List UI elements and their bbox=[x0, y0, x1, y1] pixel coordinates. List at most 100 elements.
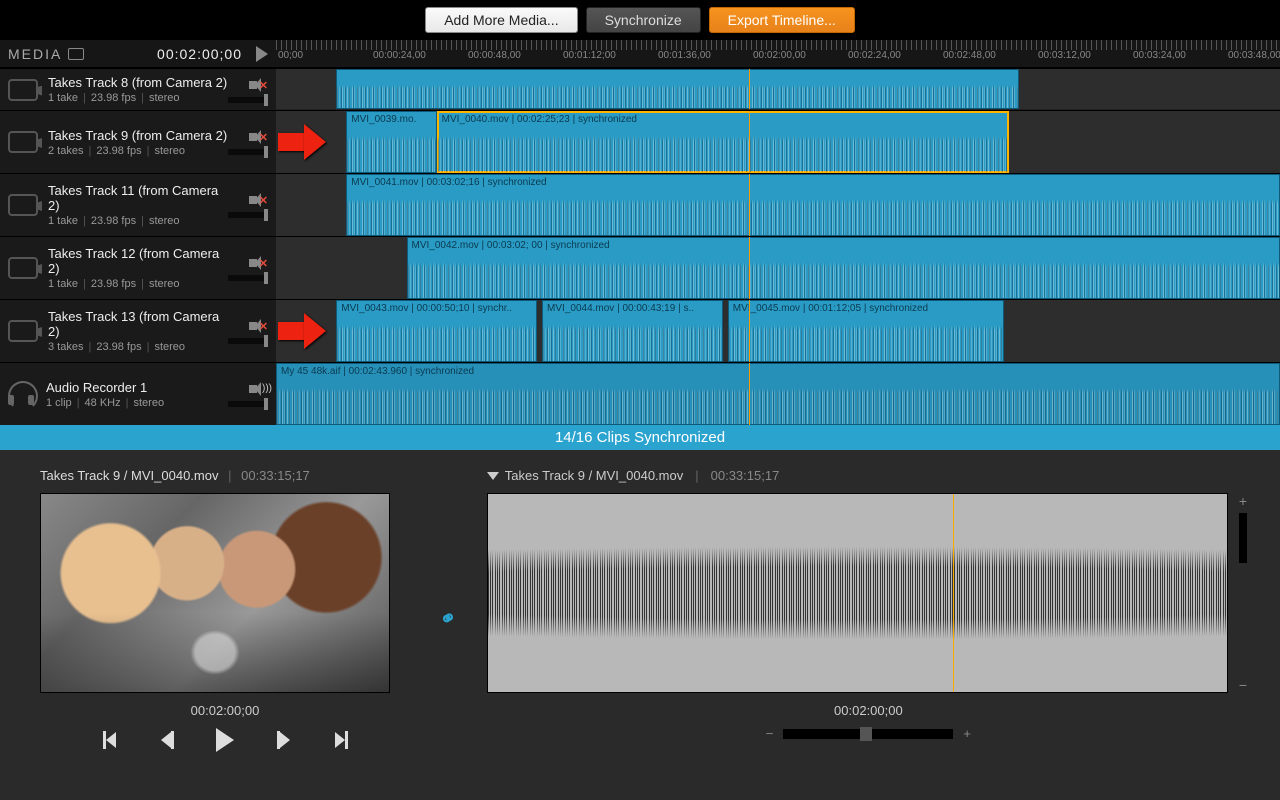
preview-timecode: 00:02:00;00 bbox=[40, 703, 410, 718]
ruler-tick-label: 00:02:24,00 bbox=[846, 50, 941, 61]
camera-icon bbox=[8, 320, 38, 342]
zoom-out-v-icon[interactable]: − bbox=[1239, 677, 1247, 693]
preview-track-name: Takes Track 9 / MVI_0040.mov bbox=[40, 468, 218, 483]
top-toolbar: Add More Media... Synchronize Export Tim… bbox=[0, 0, 1280, 40]
export-timeline-button[interactable]: Export Timeline... bbox=[709, 7, 855, 33]
horizontal-zoom[interactable]: − + bbox=[487, 726, 1250, 741]
track-lane[interactable]: MVI_0039.mo. MVI_0040.mov | 00:02:25;23 |… bbox=[276, 111, 1280, 173]
go-end-button[interactable] bbox=[329, 728, 353, 752]
clip-label: MVI_0042.mov | 00:03:02; 00 | synchroniz… bbox=[412, 240, 610, 251]
track-detail: 1 take|23.98 fps|stereo bbox=[48, 92, 228, 104]
track-lane[interactable]: MVI_0043.mov | 00:00:50;10 | synchr..MVI… bbox=[276, 300, 1280, 362]
header-timecode: 00:02:00;00 bbox=[157, 46, 242, 62]
clip[interactable]: My 45 48k.aif | 00:02:43.960 | synchroni… bbox=[276, 363, 1280, 425]
speaker-icon[interactable]: ))) bbox=[246, 381, 268, 397]
arrow-annotation bbox=[278, 313, 330, 349]
volume-slider[interactable] bbox=[228, 338, 268, 344]
step-back-button[interactable] bbox=[155, 728, 179, 752]
clip[interactable]: MVI_0042.mov | 00:03:02; 00 | synchroniz… bbox=[407, 237, 1280, 299]
synchronize-button[interactable]: Synchronize bbox=[586, 7, 701, 33]
track-detail: 1 take|23.98 fps|stereo bbox=[48, 215, 228, 227]
play-icon[interactable] bbox=[256, 46, 268, 62]
monitor-icon[interactable] bbox=[68, 48, 84, 60]
clip-label: MVI_0040.mov | 00:02:25;23 | synchronize… bbox=[442, 114, 637, 125]
clip-label: MVI_0045.mov | 00:01:12;05 | synchronize… bbox=[733, 303, 928, 314]
track-row: Takes Track 9 (from Camera 2)2 takes|23.… bbox=[0, 110, 1280, 173]
clip[interactable]: MVI_0040.mov | 00:02:25;23 | synchronize… bbox=[437, 111, 1009, 173]
track-name: Takes Track 11 (from Camera 2) bbox=[48, 183, 228, 213]
clip-label: My 45 48k.aif | 00:02:43.960 | synchroni… bbox=[281, 366, 474, 377]
waveform-playhead[interactable] bbox=[953, 494, 954, 692]
media-header: MEDIA 00:02:00;00 00;0000:00:24,0000:00:… bbox=[0, 40, 1280, 68]
ruler-tick-label: 00:01:36,00 bbox=[656, 50, 751, 61]
camera-icon bbox=[8, 257, 38, 279]
volume-slider[interactable] bbox=[228, 275, 268, 281]
clip-label: MVI_0039.mo. bbox=[351, 114, 416, 125]
time-ruler[interactable]: 00;0000:00:24,0000:00:48,0000:01:12;0000… bbox=[276, 40, 1280, 67]
step-forward-button[interactable] bbox=[271, 728, 295, 752]
waveform-track-name: Takes Track 9 / MVI_0040.mov bbox=[505, 468, 683, 483]
track-lane[interactable]: My 45 48k.aif | 00:02:43.960 | synchroni… bbox=[276, 363, 1280, 425]
track-header[interactable]: Takes Track 11 (from Camera 2) 1 take|23.… bbox=[0, 174, 276, 236]
track-header[interactable]: Takes Track 8 (from Camera 2)1 take|23.9… bbox=[0, 69, 276, 110]
mute-icon[interactable]: ✕ bbox=[246, 318, 268, 334]
media-label: MEDIA bbox=[8, 46, 62, 62]
zoom-in-v-icon[interactable]: + bbox=[1239, 493, 1247, 509]
track-header[interactable]: Takes Track 9 (from Camera 2)2 takes|23.… bbox=[0, 111, 276, 173]
go-start-button[interactable] bbox=[97, 728, 121, 752]
ruler-tick-label: 00:00:24,00 bbox=[371, 50, 466, 61]
mute-icon[interactable]: ✕ bbox=[246, 192, 268, 208]
sync-status-bar: 14/16 Clips Synchronized bbox=[0, 425, 1280, 450]
track-header[interactable]: Takes Track 13 (from Camera 2)3 takes|23… bbox=[0, 300, 276, 362]
mute-icon[interactable]: ✕ bbox=[246, 255, 268, 271]
ruler-tick-label: 00:01:12;00 bbox=[561, 50, 656, 61]
waveform-label: Takes Track 9 / MVI_0040.mov | 00:33:15;… bbox=[487, 468, 1250, 483]
track-header[interactable]: Audio Recorder 11 clip|48 KHz|stereo))) bbox=[0, 363, 276, 425]
track-row: Audio Recorder 11 clip|48 KHz|stereo))) M… bbox=[0, 362, 1280, 425]
volume-slider[interactable] bbox=[228, 212, 268, 218]
ruler-tick-label: 00:03:48,00 bbox=[1226, 50, 1280, 61]
vertical-zoom[interactable]: + − bbox=[1236, 493, 1250, 693]
headphones-icon bbox=[8, 383, 36, 405]
ruler-tick-label: 00:00:48,00 bbox=[466, 50, 561, 61]
track-lane[interactable] bbox=[276, 69, 1280, 109]
waveform-view[interactable] bbox=[487, 493, 1228, 693]
play-button[interactable] bbox=[213, 728, 237, 752]
ruler-tick-label: 00:03:12,00 bbox=[1036, 50, 1131, 61]
waveform-timecode: 00:02:00;00 bbox=[487, 703, 1250, 718]
track-lane[interactable]: MVI_0042.mov | 00:03:02; 00 | synchroniz… bbox=[276, 237, 1280, 299]
preview-column: Takes Track 9 / MVI_0040.mov | 00:33:15;… bbox=[40, 468, 410, 768]
clip[interactable]: MVI_0039.mo. bbox=[346, 111, 436, 173]
track-row: Takes Track 12 (from Camera 2)1 take|23.… bbox=[0, 236, 1280, 299]
preview-label: Takes Track 9 / MVI_0040.mov | 00:33:15;… bbox=[40, 468, 410, 483]
ruler-tick-label: 00:02:48,00 bbox=[941, 50, 1036, 61]
mute-icon[interactable]: ✕ bbox=[246, 129, 268, 145]
mute-icon[interactable]: ✕ bbox=[246, 77, 268, 93]
zoom-out-h-icon[interactable]: − bbox=[766, 726, 774, 741]
track-name: Takes Track 9 (from Camera 2) bbox=[48, 128, 228, 143]
volume-slider[interactable] bbox=[228, 149, 268, 155]
volume-slider[interactable] bbox=[228, 401, 268, 407]
clip[interactable]: MVI_0043.mov | 00:00:50;10 | synchr.. bbox=[336, 300, 537, 362]
video-preview[interactable] bbox=[40, 493, 390, 693]
track-row: Takes Track 8 (from Camera 2)1 take|23.9… bbox=[0, 68, 1280, 110]
camera-icon bbox=[8, 131, 38, 153]
add-media-button[interactable]: Add More Media... bbox=[425, 7, 577, 33]
track-detail: 1 clip|48 KHz|stereo bbox=[46, 397, 228, 409]
zoom-in-h-icon[interactable]: + bbox=[963, 726, 971, 741]
clip[interactable] bbox=[336, 69, 1019, 109]
track-header[interactable]: Takes Track 12 (from Camera 2)1 take|23.… bbox=[0, 237, 276, 299]
ruler-tick-label: 00;00 bbox=[276, 50, 371, 61]
clip[interactable]: MVI_0045.mov | 00:01:12;05 | synchronize… bbox=[728, 300, 1004, 362]
volume-slider[interactable] bbox=[228, 97, 268, 103]
clip-label: MVI_0041.mov | 00:03:02;16 | synchronize… bbox=[351, 177, 546, 188]
track-lane[interactable]: MVI_0041.mov | 00:03:02;16 | synchronize… bbox=[276, 174, 1280, 236]
camera-icon bbox=[8, 194, 38, 216]
ruler-tick-label: 00:02:00,00 bbox=[751, 50, 846, 61]
zoom-slider[interactable] bbox=[783, 729, 953, 739]
clip[interactable]: MVI_0041.mov | 00:03:02;16 | synchronize… bbox=[346, 174, 1280, 236]
lower-panel: Takes Track 9 / MVI_0040.mov | 00:33:15;… bbox=[0, 450, 1280, 768]
link-icon[interactable]: ⚭ bbox=[435, 603, 462, 633]
dropdown-icon[interactable] bbox=[487, 472, 499, 480]
clip[interactable]: MVI_0044.mov | 00:00:43;19 | s.. bbox=[542, 300, 723, 362]
